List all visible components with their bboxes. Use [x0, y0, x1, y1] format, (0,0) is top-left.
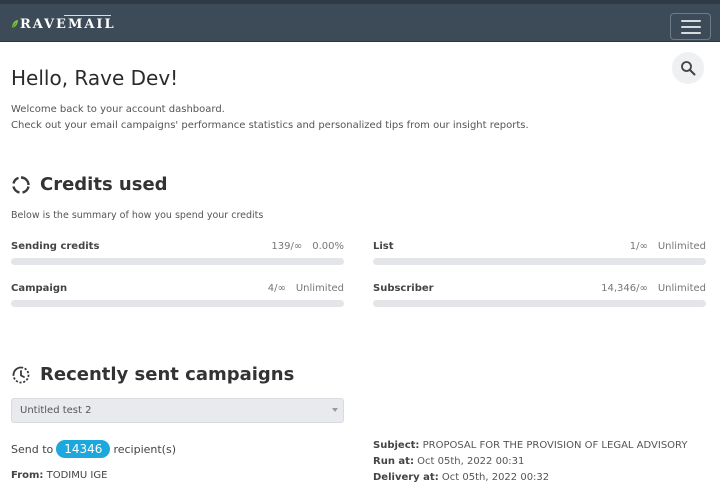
run-at-value: Oct 05th, 2022 00:31: [417, 456, 525, 467]
credit-label: Subscriber: [373, 283, 434, 294]
hamburger-icon: [681, 20, 701, 22]
subject-line: Subject: PROPOSAL FOR THE PROVISION OF L…: [373, 440, 688, 451]
brand-logo[interactable]: RAVEMAIL: [11, 12, 116, 36]
credit-progress: [373, 258, 706, 265]
credit-percent: Unlimited: [657, 283, 706, 294]
page-title: Hello, Rave Dev!: [11, 66, 179, 90]
brand-name: RAVEMAIL: [20, 14, 116, 32]
insight-text: Check out your email campaigns' performa…: [11, 120, 529, 131]
recent-campaigns-title-text: Recently sent campaigns: [40, 364, 295, 385]
campaign-select-value: Untitled test 2: [20, 405, 92, 416]
credits-summary: Below is the summary of how you spend yo…: [11, 210, 264, 221]
credit-campaign: Campaign 4/∞ Unlimited: [11, 283, 344, 313]
delivery-at-line: Delivery at: Oct 05th, 2022 00:32: [373, 472, 550, 483]
credit-percent: Unlimited: [295, 283, 344, 294]
send-to-line: Send to 14346 recipient(s): [11, 440, 176, 458]
credit-progress: [11, 258, 344, 265]
credit-label: List: [373, 241, 394, 252]
credit-label: Campaign: [11, 283, 68, 294]
recent-campaigns-title: Recently sent campaigns: [11, 364, 294, 385]
credit-used: 14,346/∞: [601, 283, 648, 294]
search-icon: [681, 61, 696, 76]
search-button[interactable]: [672, 52, 704, 84]
campaign-select[interactable]: Untitled test 2: [11, 398, 344, 423]
credits-title: Credits used: [11, 174, 168, 195]
credit-used: 1/∞: [629, 241, 648, 252]
credit-used: 139/∞: [271, 241, 303, 252]
credit-progress: [373, 300, 706, 307]
credits-title-text: Credits used: [40, 174, 168, 195]
credit-percent: 0.00%: [312, 241, 344, 252]
run-at-line: Run at: Oct 05th, 2022 00:31: [373, 456, 525, 467]
from-line: From: TODIMU IGE: [11, 470, 108, 481]
subject-value: PROPOSAL FOR THE PROVISION OF LEGAL ADVI…: [422, 440, 688, 451]
welcome-text: Welcome back to your account dashboard.: [11, 104, 225, 115]
from-value: TODIMU IGE: [46, 470, 108, 481]
credit-used: 4/∞: [267, 283, 286, 294]
credit-subscriber: Subscriber 14,346/∞ Unlimited: [373, 283, 706, 313]
recipients-badge: 14346: [56, 440, 111, 458]
credit-list: List 1/∞ Unlimited: [373, 241, 706, 271]
credit-sending: Sending credits 139/∞ 0.00%: [11, 241, 344, 271]
chevron-down-icon: [332, 408, 338, 412]
history-icon: [12, 366, 30, 383]
credit-label: Sending credits: [11, 241, 100, 252]
menu-toggle-button[interactable]: [670, 13, 711, 40]
credit-progress: [11, 300, 344, 307]
delivery-at-value: Oct 05th, 2022 00:32: [441, 472, 550, 483]
navbar: RAVEMAIL: [0, 4, 720, 42]
circle-notch-icon: [12, 175, 30, 194]
credit-percent: Unlimited: [657, 241, 706, 252]
leaf-icon: [11, 20, 18, 29]
